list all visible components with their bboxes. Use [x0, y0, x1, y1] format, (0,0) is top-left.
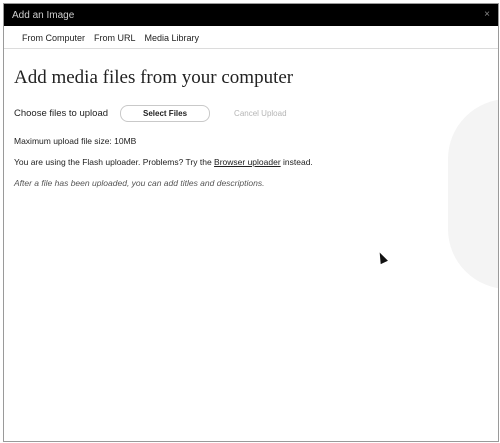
- flash-uploader-notice: You are using the Flash uploader. Proble…: [14, 157, 488, 167]
- select-files-button[interactable]: Select Files: [120, 105, 211, 122]
- media-tabs: From Computer From URL Media Library: [4, 26, 498, 49]
- flash-text-before: You are using the Flash uploader. Proble…: [14, 157, 215, 167]
- upload-panel: Add media files from your computer Choos…: [4, 49, 498, 188]
- flash-text-after: instead.: [280, 157, 313, 167]
- mouse-pointer-icon: [376, 250, 388, 265]
- tab-media-library[interactable]: Media Library: [141, 33, 204, 48]
- upload-note: After a file has been uploaded, you can …: [14, 178, 265, 188]
- background-watermark: [448, 99, 498, 289]
- cancel-upload-button[interactable]: Cancel Upload: [228, 108, 292, 119]
- browser-uploader-link[interactable]: Browser uploader: [214, 157, 281, 167]
- upload-controls: Choose files to upload Select Files Canc…: [14, 105, 488, 122]
- close-icon[interactable]: ×: [484, 9, 490, 20]
- dialog-title: Add an Image: [12, 9, 75, 21]
- max-upload-size: Maximum upload file size: 10MB: [14, 136, 137, 146]
- choose-files-label: Choose files to upload: [14, 108, 109, 119]
- tab-from-url[interactable]: From URL: [90, 33, 140, 48]
- tab-from-computer[interactable]: From Computer: [18, 33, 89, 48]
- page-title: Add media files from your computer: [14, 67, 294, 88]
- media-upload-dialog: Add an Image × From Computer From URL Me…: [3, 3, 499, 442]
- dialog-titlebar: Add an Image ×: [4, 4, 498, 26]
